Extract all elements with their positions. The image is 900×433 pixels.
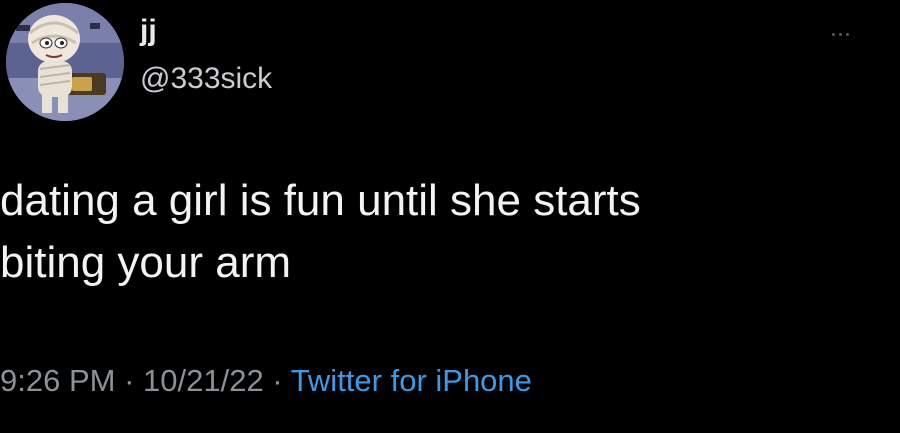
meta-separator: · <box>263 363 291 398</box>
user-handle[interactable]: @333sick <box>140 62 272 96</box>
more-dot <box>845 32 849 36</box>
tweet-metadata: 9:26 PM · 10/21/22 · Twitter for iPhone <box>0 363 532 399</box>
tweet-time[interactable]: 9:26 PM <box>0 363 115 398</box>
tweet-text: dating a girl is fun until she starts bi… <box>0 176 641 287</box>
more-dot <box>831 32 835 36</box>
more-dot <box>838 32 842 36</box>
avatar[interactable] <box>6 3 124 121</box>
more-icon[interactable] <box>822 24 858 44</box>
tweet-date[interactable]: 10/21/22 <box>143 363 264 398</box>
display-name[interactable]: jj <box>140 14 157 48</box>
meta-separator: · <box>115 363 144 398</box>
tweet-source-link[interactable]: Twitter for iPhone <box>291 363 532 398</box>
tweet: jj @333sick dating a girl is fun until s… <box>0 0 900 433</box>
